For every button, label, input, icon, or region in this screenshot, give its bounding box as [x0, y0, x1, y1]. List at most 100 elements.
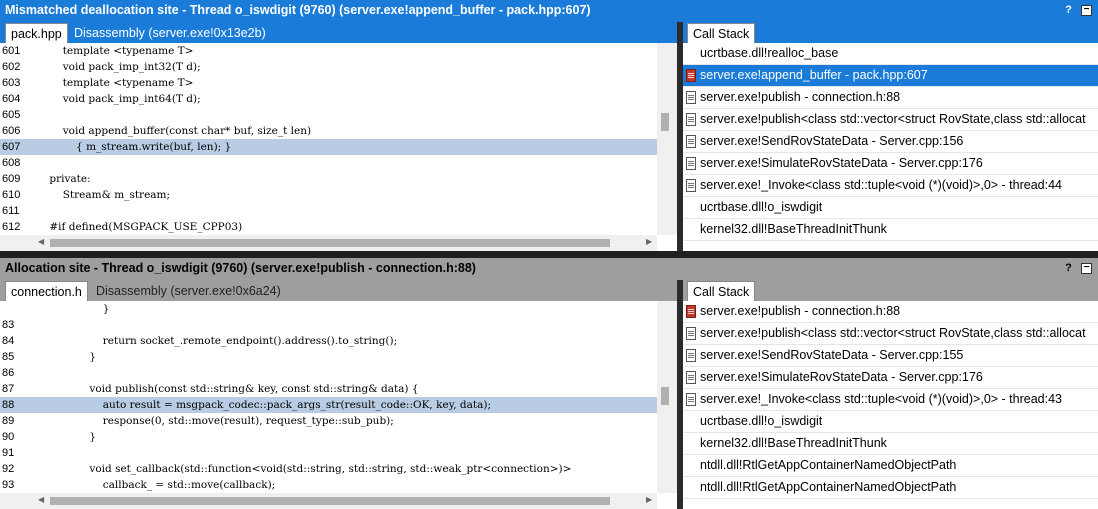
pane-title: Mismatched deallocation site - Thread o_… — [0, 0, 1098, 22]
scroll-left-icon[interactable]: ◀ — [38, 237, 44, 246]
code-line[interactable]: 604 void pack_imp_int64(T d); — [0, 91, 657, 107]
code-line[interactable]: 89 response(0, std::move(result), reques… — [0, 413, 657, 429]
call-stack-frame[interactable]: ucrtbase.dll!realloc_base — [683, 43, 1098, 65]
minimize-icon[interactable]: − — [1081, 5, 1092, 16]
tab-disassembly[interactable]: Disassembly (server.exe!0x6a24) — [91, 281, 286, 301]
code-text: callback_ = std::move(callback); — [36, 479, 276, 491]
code-line[interactable]: 610 Stream& m_stream; — [0, 187, 657, 203]
source-tabstrip: pack.hpp Disassembly (server.exe!0x13e2b… — [0, 22, 677, 43]
code-line[interactable]: 93 callback_ = std::move(callback); — [0, 477, 657, 493]
code-line[interactable]: 605 — [0, 107, 657, 123]
code-line[interactable]: 87 void publish(const std::string& key, … — [0, 381, 657, 397]
code-text: { m_stream.write(buf, len); } — [36, 141, 232, 153]
call-stack-frame[interactable]: kernel32.dll!BaseThreadInitThunk — [683, 219, 1098, 241]
code-line[interactable]: 83 — [0, 317, 657, 333]
frame-label: server.exe!append_buffer - pack.hpp:607 — [700, 68, 928, 82]
tab-source-file[interactable]: connection.h — [5, 281, 88, 301]
tab-call-stack[interactable]: Call Stack — [687, 281, 756, 301]
line-number: 605 — [2, 109, 21, 121]
highlighted-code-line[interactable]: 607 { m_stream.write(buf, len); } — [0, 139, 657, 155]
code-line[interactable]: 606 void append_buffer(const char* buf, … — [0, 123, 657, 139]
code-line[interactable]: 601 template <typename T> — [0, 43, 657, 59]
scroll-left-icon[interactable]: ◀ — [38, 495, 44, 504]
line-number: 90 — [2, 431, 15, 443]
frame-label: server.exe!SendRovStateData - Server.cpp… — [700, 134, 964, 148]
tab-call-stack[interactable]: Call Stack — [687, 23, 756, 43]
line-number: 609 — [2, 173, 21, 185]
source-file-icon — [686, 371, 696, 384]
call-stack-frame[interactable]: server.exe!append_buffer - pack.hpp:607 — [683, 65, 1098, 87]
line-number: 601 — [2, 45, 21, 57]
help-icon[interactable]: ? — [1063, 263, 1074, 274]
tab-disassembly[interactable]: Disassembly (server.exe!0x13e2b) — [69, 23, 271, 43]
vertical-scrollbar[interactable] — [657, 301, 677, 493]
source-file-icon — [686, 179, 696, 192]
code-text: Stream& m_stream; — [36, 189, 171, 201]
frame-label: server.exe!publish - connection.h:88 — [700, 304, 901, 318]
call-stack-frame[interactable]: server.exe!publish - connection.h:88 — [683, 87, 1098, 109]
frame-label: server.exe!publish - connection.h:88 — [700, 90, 901, 104]
call-stack-frame[interactable]: server.exe!publish<class std::vector<str… — [683, 323, 1098, 345]
line-number: 83 — [2, 319, 15, 331]
scroll-thumb[interactable] — [50, 239, 610, 247]
code-line[interactable]: 603 template <typename T> — [0, 75, 657, 91]
scroll-thumb[interactable] — [50, 497, 610, 505]
code-line[interactable]: 84 return socket_.remote_endpoint().addr… — [0, 333, 657, 349]
call-stack-frame[interactable]: kernel32.dll!BaseThreadInitThunk — [683, 433, 1098, 455]
code-line[interactable]: 85 } — [0, 349, 657, 365]
call-stack-frame[interactable]: server.exe!SendRovStateData - Server.cpp… — [683, 131, 1098, 153]
call-stack-frame[interactable]: server.exe!_Invoke<class std::tuple<void… — [683, 389, 1098, 411]
frame-label: server.exe!_Invoke<class std::tuple<void… — [700, 392, 1062, 406]
code-text: } — [36, 431, 97, 443]
call-stack-panel: Call Stack ucrtbase.dll!realloc_baseserv… — [683, 22, 1098, 251]
code-line[interactable]: } — [0, 301, 657, 317]
code-line[interactable]: 90 } — [0, 429, 657, 445]
current-frame-icon — [686, 305, 696, 318]
horizontal-splitter[interactable] — [0, 251, 1098, 258]
call-stack-frame[interactable]: server.exe!publish - connection.h:88 — [683, 301, 1098, 323]
code-line[interactable]: 609 private: — [0, 171, 657, 187]
horizontal-scrollbar[interactable]: ◀ ▶ — [0, 235, 657, 251]
help-icon[interactable]: ? — [1063, 5, 1074, 16]
code-text: void append_buffer(const char* buf, size… — [36, 125, 312, 137]
line-number: 91 — [2, 447, 15, 459]
call-stack-frame[interactable]: server.exe!SimulateRovStateData - Server… — [683, 153, 1098, 175]
call-stack-frame[interactable]: server.exe!SendRovStateData - Server.cpp… — [683, 345, 1098, 367]
code-line[interactable]: 86 — [0, 365, 657, 381]
code-editor[interactable]: } 83 84 return socket_.remote_endpoint().a… — [0, 301, 677, 509]
tab-source-file[interactable]: pack.hpp — [5, 23, 68, 43]
scroll-thumb[interactable] — [661, 113, 669, 131]
call-stack-frame[interactable]: server.exe!publish<class std::vector<str… — [683, 109, 1098, 131]
line-number: 92 — [2, 463, 15, 475]
code-line[interactable]: 608 — [0, 155, 657, 171]
call-stack-frame[interactable]: server.exe!SimulateRovStateData - Server… — [683, 367, 1098, 389]
highlighted-code-line[interactable]: 88 auto result = msgpack_codec::pack_arg… — [0, 397, 657, 413]
line-number: 611 — [2, 205, 20, 217]
line-number: 84 — [2, 335, 15, 347]
code-text: template <typename T> — [36, 45, 194, 57]
call-stack-frame[interactable]: ntdll.dll!RtlGetAppContainerNamedObjectP… — [683, 477, 1098, 499]
call-stack-frame[interactable]: ntdll.dll!RtlGetAppContainerNamedObjectP… — [683, 455, 1098, 477]
vertical-scrollbar[interactable] — [657, 43, 677, 235]
code-line[interactable]: 602 void pack_imp_int32(T d); — [0, 59, 657, 75]
call-stack-frame[interactable]: ucrtbase.dll!o_iswdigit — [683, 197, 1098, 219]
source-file-icon — [686, 393, 696, 406]
call-stack-frame[interactable]: ucrtbase.dll!o_iswdigit — [683, 411, 1098, 433]
call-stack-frame[interactable]: server.exe!_Invoke<class std::tuple<void… — [683, 175, 1098, 197]
source-file-icon — [686, 157, 696, 170]
scroll-right-icon[interactable]: ▶ — [646, 237, 652, 246]
code-line[interactable]: 612 #if defined(MSGPACK_USE_CPP03) — [0, 219, 657, 235]
horizontal-scrollbar[interactable]: ◀ ▶ — [0, 493, 657, 509]
frame-label: ntdll.dll!RtlGetAppContainerNamedObjectP… — [700, 458, 957, 472]
code-text: void pack_imp_int64(T d); — [36, 93, 201, 105]
line-number: 93 — [2, 479, 15, 491]
scroll-right-icon[interactable]: ▶ — [646, 495, 652, 504]
code-editor[interactable]: 601 template <typename T> 602 void pack_i… — [0, 43, 677, 251]
code-line[interactable]: 91 — [0, 445, 657, 461]
frame-label: kernel32.dll!BaseThreadInitThunk — [700, 436, 887, 450]
code-line[interactable]: 611 — [0, 203, 657, 219]
minimize-icon[interactable]: − — [1081, 263, 1092, 274]
scroll-thumb[interactable] — [661, 387, 669, 405]
code-line[interactable]: 92 void set_callback(std::function<void(… — [0, 461, 657, 477]
code-text: } — [36, 351, 97, 363]
